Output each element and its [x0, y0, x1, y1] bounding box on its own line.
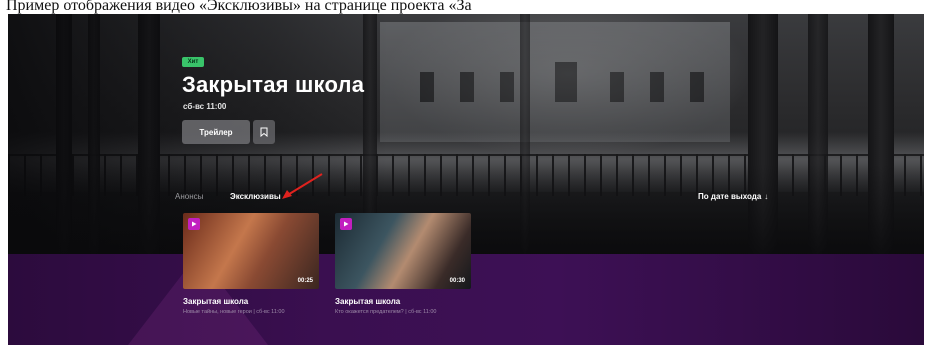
video-card[interactable]: 00:25: [183, 213, 319, 289]
video-title[interactable]: Закрытая школа: [183, 297, 248, 306]
annotation-arrow: [282, 173, 323, 199]
play-icon: [188, 218, 200, 230]
tab-exclusives[interactable]: Эксклюзивы: [230, 192, 281, 201]
bookmark-button[interactable]: [253, 120, 275, 144]
hit-badge: Хит: [182, 57, 204, 67]
trailer-button[interactable]: Трейлер: [182, 120, 250, 144]
play-icon: [340, 218, 352, 230]
video-duration: 00:30: [449, 278, 465, 284]
video-title[interactable]: Закрытая школа: [335, 297, 400, 306]
show-schedule: сб-вс 11:00: [183, 102, 227, 111]
video-subtitle: Кто окажется предателем? | сб-вс 11:00: [335, 309, 437, 315]
screenshot-frame: Хит Закрытая школа сб-вс 11:00 Трейлер А…: [8, 14, 924, 345]
video-subtitle: Новые тайны, новые герои | сб-вс 11:00: [183, 309, 285, 315]
building-image: [380, 22, 730, 142]
sort-by-date[interactable]: По дате выхода ↓: [698, 192, 768, 201]
arrow-down-icon: ↓: [764, 192, 769, 201]
bookmark-icon: [260, 127, 268, 137]
video-card[interactable]: 00:30: [335, 213, 471, 289]
show-title: Закрытая школа: [182, 72, 365, 97]
tab-announcements[interactable]: Анонсы: [175, 192, 203, 201]
sort-label: По дате выхода: [698, 192, 762, 201]
video-duration: 00:25: [297, 278, 313, 284]
